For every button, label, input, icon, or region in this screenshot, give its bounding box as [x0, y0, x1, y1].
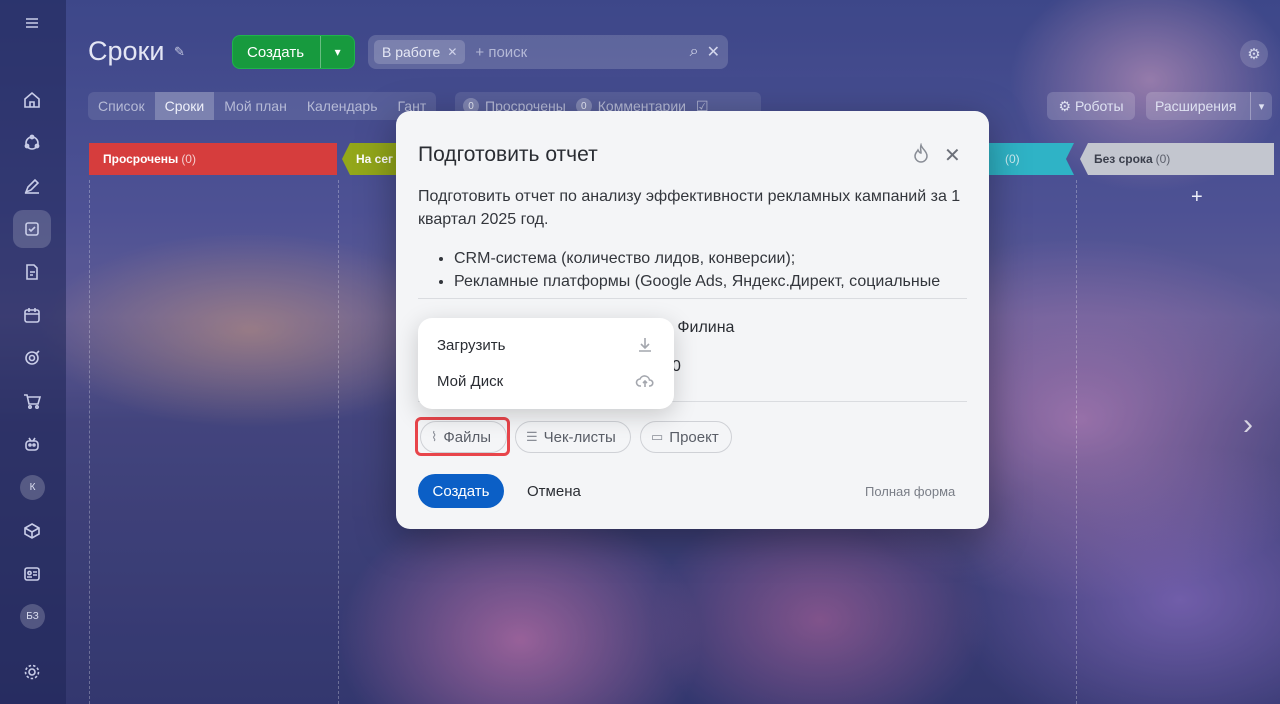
cloud-upload-icon: [635, 375, 654, 387]
flame-icon[interactable]: [912, 143, 930, 165]
robots-label: Роботы: [1075, 98, 1124, 114]
settings-icon[interactable]: ⚙: [1240, 40, 1268, 68]
add-task-plus-icon[interactable]: +: [1191, 186, 1203, 209]
list-item: Рекламные платформы (Google Ads, Яндекс.…: [454, 270, 970, 295]
column-today: На сег: [342, 143, 402, 175]
column-title: Просрочены: [103, 152, 179, 166]
avatar-k[interactable]: К: [20, 475, 45, 500]
search-icon[interactable]: ⌕: [690, 43, 699, 61]
column-no-deadline: Без срока (0): [1080, 143, 1274, 175]
chevron-down-icon[interactable]: ▾: [320, 36, 354, 68]
column-divider: [338, 180, 339, 704]
robot-icon: ⚙: [1058, 97, 1072, 114]
folder-icon: ▭: [651, 429, 664, 444]
home-icon[interactable]: [13, 81, 51, 119]
tab-my-plan[interactable]: Мой план: [214, 92, 297, 120]
avatar-bz[interactable]: БЗ: [20, 604, 45, 629]
column-count: (0): [1005, 152, 1020, 166]
create-button[interactable]: Создать: [418, 474, 504, 508]
create-task-label: Создать: [247, 43, 305, 61]
document-icon[interactable]: [13, 253, 51, 291]
menu-item-upload[interactable]: Загрузить: [437, 333, 655, 357]
full-form-link[interactable]: Полная форма: [865, 484, 955, 499]
contact-card-icon[interactable]: [13, 555, 51, 593]
checklists-button[interactable]: ☰ Чек-листы: [515, 421, 631, 453]
column-title: На сег: [356, 152, 394, 166]
list-item: CRM-система (количество лидов, конверсии…: [454, 247, 970, 270]
column-divider: [1076, 180, 1077, 704]
view-tabs: Список Сроки Мой план Календарь Гант: [88, 92, 437, 120]
modal-title[interactable]: Подготовить отчет: [418, 143, 598, 167]
files-highlight-frame: [415, 417, 510, 456]
search-input[interactable]: В работе ✕ + поиск ⌕ ✕: [368, 35, 728, 69]
left-rail: К БЗ: [0, 0, 66, 704]
task-description[interactable]: Подготовить отчет по анализу эффективнос…: [418, 185, 970, 231]
menu-item-upload-label: Загрузить: [437, 336, 506, 354]
cancel-button[interactable]: Отмена: [527, 483, 581, 500]
create-task-button[interactable]: Создать ▾: [232, 35, 355, 69]
robot-icon[interactable]: [13, 425, 51, 463]
tab-list[interactable]: Список: [88, 92, 155, 120]
filter-chip-label: В работе: [382, 44, 441, 60]
search-placeholder: + поиск: [475, 43, 528, 61]
tab-calendar[interactable]: Календарь: [297, 92, 388, 120]
settings-gear-icon[interactable]: [13, 653, 51, 691]
column-divider: [89, 180, 90, 704]
checklists-label: Чек-листы: [543, 428, 616, 446]
menu-item-disk-label: Мой Диск: [437, 372, 504, 390]
page-title: Сроки: [88, 36, 165, 66]
column-count: (0): [181, 152, 196, 166]
download-icon: [639, 338, 651, 352]
pen-icon[interactable]: [13, 167, 51, 205]
filter-chip[interactable]: В работе ✕: [374, 40, 466, 64]
calendar-icon[interactable]: [13, 296, 51, 334]
column-overdue: Просрочены (0): [89, 143, 337, 175]
column-later: (0): [988, 143, 1074, 175]
crm-icon[interactable]: [13, 124, 51, 162]
project-label: Проект: [669, 428, 719, 446]
pin-icon[interactable]: ✎: [174, 44, 185, 60]
remove-filter-icon[interactable]: ✕: [447, 45, 457, 59]
close-icon[interactable]: ✕: [944, 143, 961, 168]
files-dropdown-menu: Загрузить Мой Диск: [418, 318, 674, 409]
tasks-icon[interactable]: [13, 210, 51, 248]
description-bullets: CRM-система (количество лидов, конверсии…: [418, 247, 970, 295]
assignee-name[interactable]: а Филина: [664, 319, 734, 337]
target-icon[interactable]: [13, 339, 51, 377]
box-icon[interactable]: [13, 512, 51, 550]
tab-deadlines[interactable]: Сроки: [154, 92, 215, 120]
extensions-button[interactable]: Расширения ▾: [1146, 92, 1272, 120]
project-button[interactable]: ▭ Проект: [640, 421, 732, 453]
scroll-right-arrow-icon[interactable]: ›: [1243, 408, 1253, 442]
extensions-label: Расширения: [1155, 98, 1237, 114]
menu-icon[interactable]: [13, 4, 51, 42]
robots-button[interactable]: ⚙ Роботы: [1047, 92, 1135, 120]
cart-icon[interactable]: [13, 382, 51, 420]
divider: [418, 298, 967, 299]
menu-item-my-disk[interactable]: Мой Диск: [437, 369, 655, 393]
checklist-icon: ☰: [526, 429, 538, 444]
column-count: (0): [1155, 152, 1171, 166]
column-title: Без срока: [1094, 152, 1153, 166]
clear-icon[interactable]: ✕: [707, 42, 720, 62]
chevron-down-icon[interactable]: ▾: [1250, 92, 1272, 120]
